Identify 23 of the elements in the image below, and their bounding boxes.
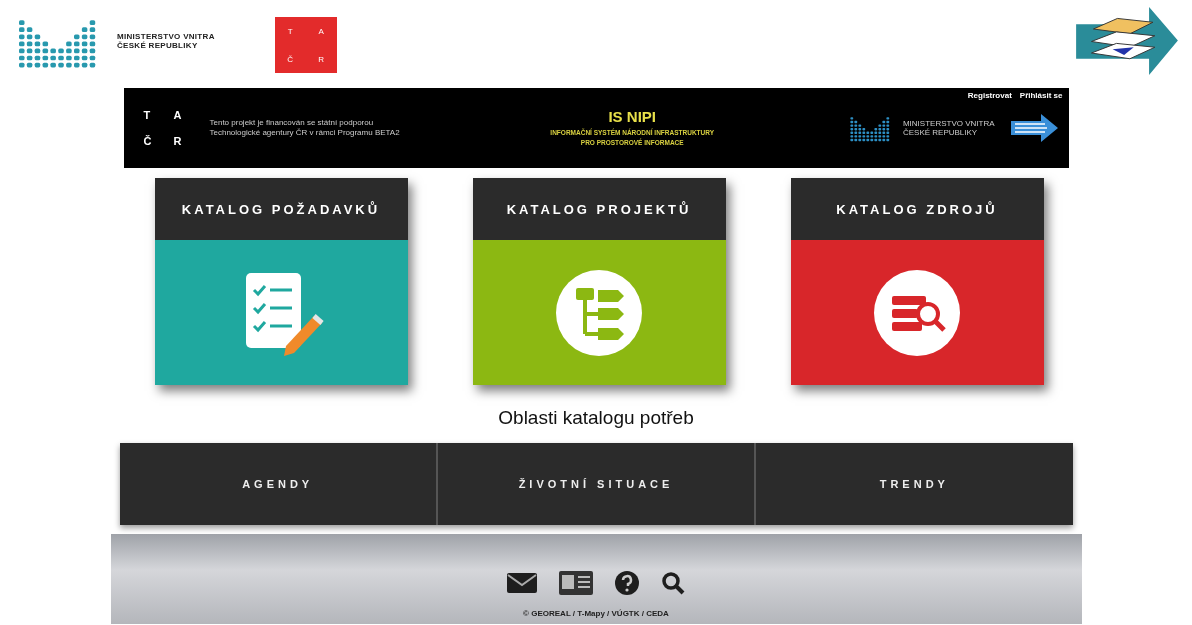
tacr-logo: T A Č R	[274, 17, 337, 73]
hierarchy-icon	[554, 267, 644, 358]
area-tab[interactable]: AGENDY	[119, 443, 436, 525]
tacr-logo: T A Č R	[143, 109, 183, 147]
database-search-icon	[872, 267, 962, 358]
help-icon[interactable]	[615, 571, 639, 595]
area-tab[interactable]: TRENDY	[754, 443, 1073, 525]
funding-note: Tento projekt je financován se státní podporou Technologické agentury ČR v rámci Programu BETA2	[209, 118, 401, 138]
account-link[interactable]: Registrovat	[967, 91, 1012, 100]
ministry-name: MINISTERSTVO VNITRA	[117, 32, 215, 41]
ministry-country: ČESKÉ REPUBLIKY	[117, 41, 199, 50]
account-link[interactable]: Přihlásit se	[1019, 91, 1063, 100]
section-title: Oblasti katalogu potřeb	[498, 407, 694, 429]
area-tab[interactable]: ŽIVOTNÍ SITUACE	[435, 443, 755, 525]
ministry-name: MINISTERSTVO VNITRA	[902, 119, 995, 128]
id-card-icon[interactable]	[559, 571, 593, 595]
ministry-country: ČESKÉ REPUBLIKY	[902, 128, 979, 137]
copyright-text: © GEOREAL / T-Mapy / VÚGTK / CEDA	[523, 609, 669, 618]
site-title: IS NIPI	[608, 107, 656, 125]
layers-arrow-icon	[1074, 5, 1180, 77]
arrow-icon	[1008, 113, 1059, 143]
mail-icon[interactable]	[507, 573, 537, 593]
search-icon[interactable]	[661, 571, 685, 595]
